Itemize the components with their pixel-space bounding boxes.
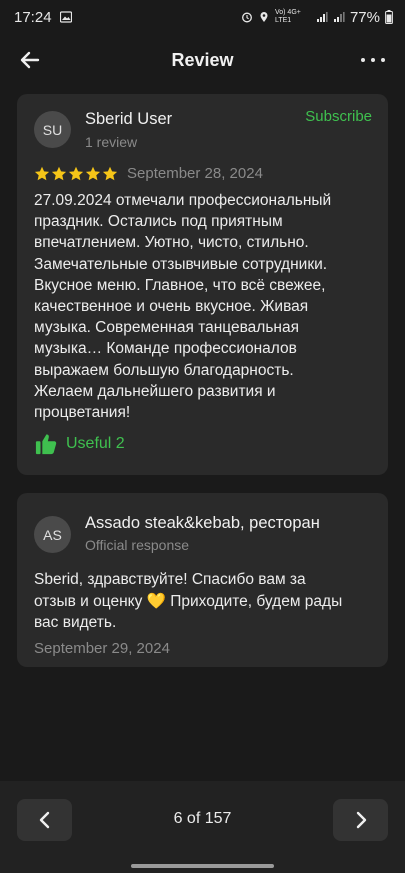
star-icon — [85, 166, 101, 180]
star-icon — [34, 166, 50, 180]
review-text-line: 27.09.2024 отмечали профессиональный — [34, 192, 332, 209]
next-button[interactable] — [333, 799, 388, 841]
review-text-line: Вкусное меню. Главное, что всё свежее, — [34, 276, 326, 294]
review-count: 1 review — [85, 134, 138, 150]
review-author[interactable]: Sberid User — [85, 110, 172, 129]
response-author[interactable]: Assado steak&kebab, ресторан — [85, 514, 320, 533]
response-text-line: отзыв и оценку 💛 Приходите, будем рады — [34, 592, 343, 610]
gallery-icon — [59, 11, 72, 23]
response-card: AS Assado steak&kebab, ресторан Official… — [17, 493, 388, 667]
app-header: Review — [0, 40, 405, 80]
response-text-line: Sberid, здравствуйте! Спасибо вам за — [34, 571, 306, 588]
star-icon — [102, 166, 118, 180]
battery-icon — [385, 10, 393, 24]
signal-icon — [333, 12, 345, 22]
response-text-line: вас видеть. — [34, 614, 117, 631]
avatar[interactable]: AS — [34, 516, 71, 553]
avatar[interactable]: SU — [34, 111, 71, 148]
review-text-line: процветания! — [34, 404, 131, 422]
status-bar: 17:24 Vo) 4G+ LTE1 77% — [0, 0, 405, 34]
response-text: Sberid, здравствуйте! Спасибо вам за отзы… — [34, 569, 374, 634]
useful-button[interactable]: Useful 2 — [35, 433, 125, 455]
star-icon — [68, 166, 84, 180]
rating-row: September 28, 2024 — [34, 165, 263, 182]
location-icon — [260, 12, 268, 22]
review-text-line: качественное и очень вкусное. Живая — [34, 298, 309, 316]
review-text-line: впечатлением. Уютно, чисто, стильно. — [34, 234, 309, 252]
network-label: Vo) 4G+ LTE1 — [274, 9, 301, 24]
review-text-line: праздник. Остались под приятным — [34, 213, 283, 231]
home-indicator[interactable] — [131, 864, 274, 868]
star-rating — [34, 166, 118, 182]
review-text-line: музыка. Современная танцевальная — [34, 319, 299, 337]
useful-label: Useful 2 — [66, 435, 125, 452]
chevron-right-icon — [356, 811, 366, 829]
review-card: SU Sberid User 1 review Subscribe Septem… — [17, 94, 388, 475]
pager-bar: 6 of 157 — [0, 781, 405, 873]
status-time: 17:24 — [14, 8, 52, 26]
star-icon — [51, 166, 67, 180]
review-text-line: Желаем дальнейшего развития и — [34, 382, 276, 400]
thumbs-up-icon — [35, 434, 57, 455]
subscribe-button[interactable]: Subscribe — [305, 108, 372, 125]
review-date: September 28, 2024 — [127, 165, 263, 182]
signal-icon — [316, 12, 328, 22]
review-text: 27.09.2024 отмечали профессиональный праз… — [34, 190, 374, 423]
battery-level: 77% — [349, 8, 380, 26]
page-title: Review — [171, 49, 234, 70]
back-arrow-icon[interactable] — [18, 48, 42, 72]
more-options-icon[interactable] — [361, 48, 385, 72]
response-date: September 29, 2024 — [34, 640, 170, 657]
official-response-label: Official response — [85, 537, 190, 553]
review-text-line: Замечательные отзывчивые сотрудники. — [34, 255, 328, 273]
review-text-line: музыка… Команде профессионалов — [34, 340, 297, 358]
review-text-line: выражаем большую благодарность. — [34, 361, 294, 379]
alarm-icon — [242, 12, 252, 23]
